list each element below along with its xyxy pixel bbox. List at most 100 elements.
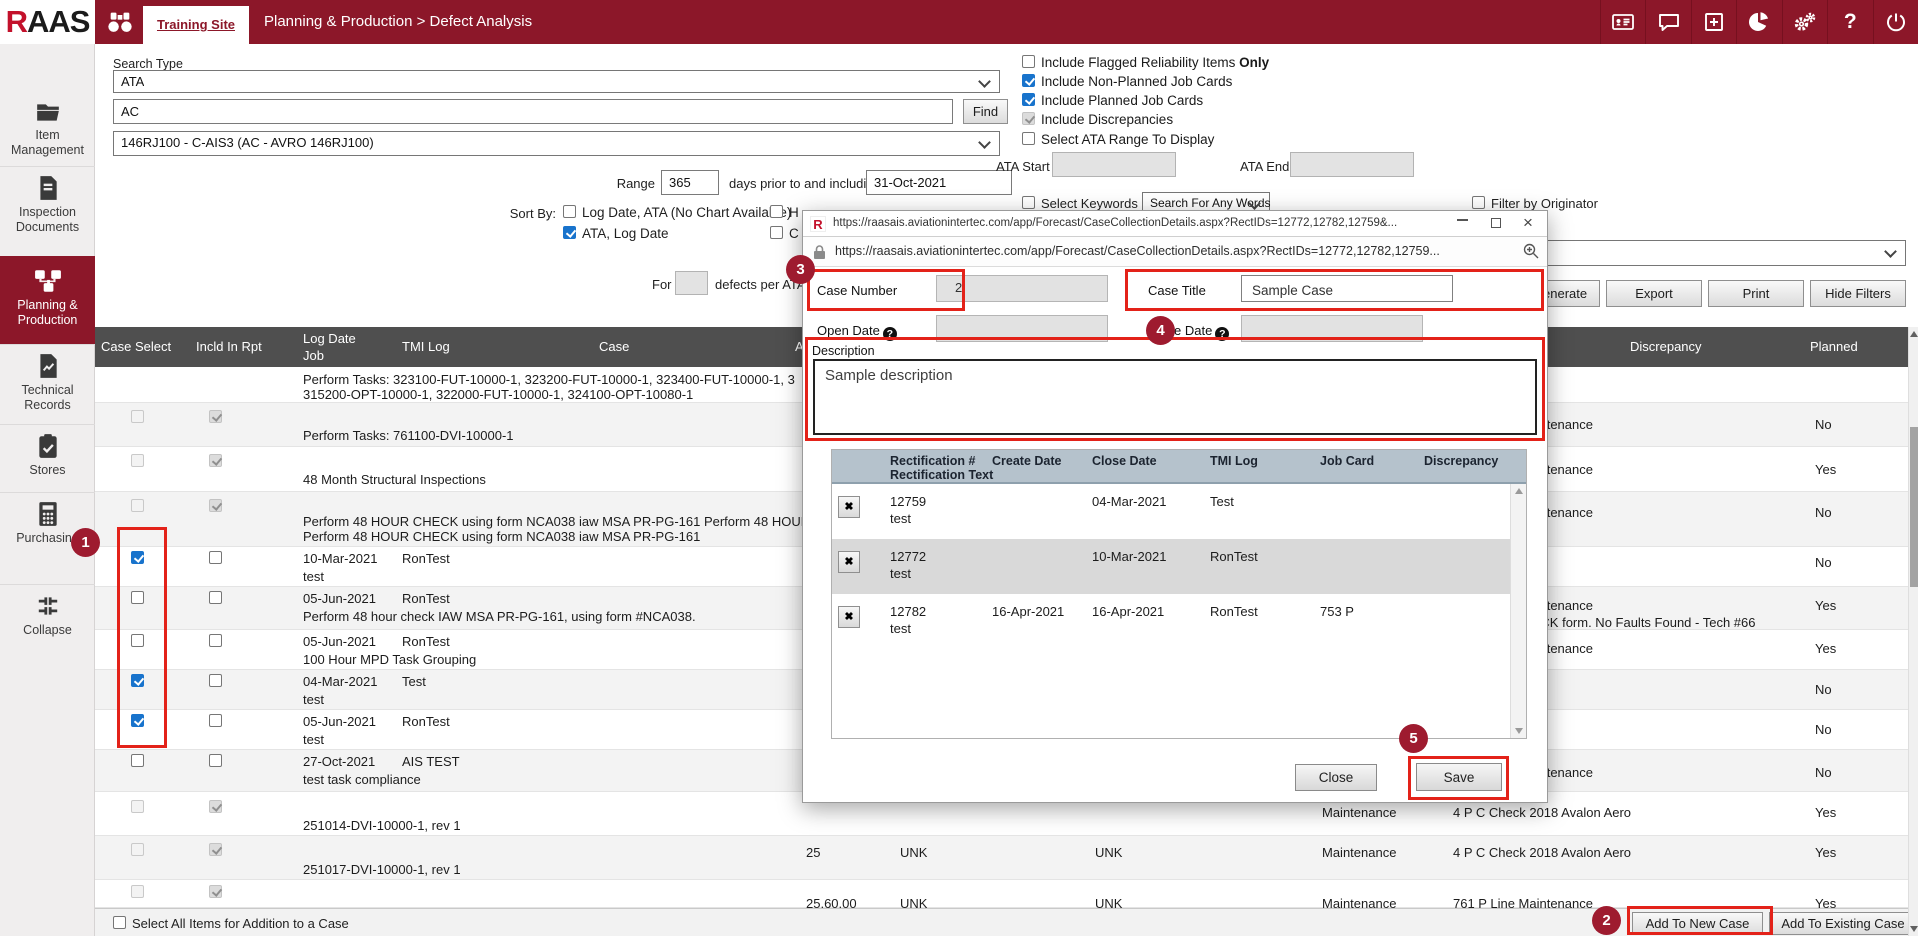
case-select-checkbox[interactable] bbox=[131, 591, 144, 604]
sort-hidden-c-label: C bbox=[789, 226, 799, 241]
delete-rectification-button[interactable]: ✖ bbox=[838, 606, 860, 628]
incld-in-rpt-checkbox[interactable] bbox=[209, 674, 222, 687]
popup-title-bar[interactable]: R https://raasais.aviationintertec.com/a… bbox=[803, 211, 1547, 237]
minimize-icon[interactable] bbox=[1445, 211, 1479, 236]
sidebar-item-stores[interactable]: Stores bbox=[0, 424, 95, 490]
discrepancy-link[interactable]: 4 P C Check 2018 Avalon Aero bbox=[1453, 845, 1631, 860]
case-select-checkbox[interactable] bbox=[131, 551, 144, 564]
tmi-log-link[interactable]: Test bbox=[1210, 494, 1234, 509]
range-input[interactable] bbox=[661, 170, 719, 195]
filter-option-checkbox[interactable] bbox=[1022, 93, 1035, 106]
search-input[interactable] bbox=[113, 99, 953, 124]
add-icon[interactable] bbox=[1691, 0, 1736, 44]
tmi-log-link[interactable]: RonTest bbox=[1210, 604, 1258, 619]
filter-option-checkbox[interactable] bbox=[1022, 55, 1035, 68]
range-date-input[interactable] bbox=[866, 170, 1012, 195]
case-select-checkbox[interactable] bbox=[131, 634, 144, 647]
sort-logdate-ata-checkbox[interactable] bbox=[563, 205, 576, 218]
sort-hidden-c-checkbox[interactable] bbox=[770, 226, 783, 239]
tmi-log-link[interactable]: Test bbox=[402, 674, 426, 689]
add-to-new-case-button[interactable]: Add To New Case bbox=[1632, 912, 1763, 935]
incld-in-rpt-checkbox[interactable] bbox=[209, 634, 222, 647]
tab-training-site[interactable]: Training Site bbox=[143, 6, 249, 44]
rect-table-scrollbar[interactable] bbox=[1510, 484, 1526, 738]
zoom-page-icon[interactable] bbox=[1523, 243, 1539, 264]
header-job: Job bbox=[303, 348, 324, 363]
scroll-down-arrow[interactable] bbox=[1910, 926, 1918, 932]
hide-filters-button[interactable]: Hide Filters bbox=[1810, 280, 1906, 307]
tmi-log-link[interactable]: RonTest bbox=[402, 714, 450, 729]
log-date: 05-Jun-2021 bbox=[303, 714, 376, 729]
case-select-checkbox bbox=[131, 843, 144, 856]
incld-in-rpt-checkbox[interactable] bbox=[209, 754, 222, 767]
close-button[interactable]: Close bbox=[1295, 764, 1377, 791]
help-icon[interactable]: ? bbox=[1827, 0, 1872, 44]
sidebar-item-purchasing[interactable]: Purchasing bbox=[0, 492, 95, 558]
tmi-log-link[interactable]: RonTest bbox=[402, 634, 450, 649]
chat-icon[interactable] bbox=[1645, 0, 1690, 44]
print-button[interactable]: Print bbox=[1708, 280, 1804, 307]
filter-option-label: Include Planned Job Cards bbox=[1041, 93, 1203, 108]
export-button[interactable]: Export bbox=[1606, 280, 1702, 307]
sort-hidden-h-checkbox[interactable] bbox=[770, 205, 783, 218]
case-select-checkbox[interactable] bbox=[131, 754, 144, 767]
scroll-down-arrow[interactable] bbox=[1515, 728, 1523, 734]
case-select-checkbox[interactable] bbox=[131, 674, 144, 687]
incld-in-rpt-checkbox[interactable] bbox=[209, 551, 222, 564]
power-icon[interactable] bbox=[1873, 0, 1918, 44]
scroll-up-arrow[interactable] bbox=[1515, 488, 1523, 494]
sidebar-item-planning-production[interactable]: Planning & Production bbox=[0, 256, 95, 344]
case-select-checkbox bbox=[131, 499, 144, 512]
pie-chart-icon[interactable] bbox=[1736, 0, 1781, 44]
sidebar-item-item-management[interactable]: Item Management bbox=[0, 92, 95, 164]
filter-option-checkbox[interactable] bbox=[1022, 74, 1035, 87]
id-card-icon[interactable] bbox=[1600, 0, 1645, 44]
close-date: 16-Apr-2021 bbox=[1092, 604, 1164, 619]
add-to-existing-case-button[interactable]: Add To Existing Case bbox=[1769, 912, 1917, 935]
tmi-log-link[interactable]: AIS TEST bbox=[402, 754, 460, 769]
rectification-text: test bbox=[890, 511, 911, 526]
sidebar-item-technical-records[interactable]: Technical Records bbox=[0, 344, 95, 424]
filter-originator-checkbox[interactable] bbox=[1472, 196, 1485, 209]
find-button[interactable]: Find bbox=[963, 99, 1008, 124]
tmi-log-link[interactable]: RonTest bbox=[402, 591, 450, 606]
tmi-log-link[interactable]: RonTest bbox=[1210, 549, 1258, 564]
collapse-icon bbox=[0, 593, 95, 619]
clipboard-check-icon bbox=[0, 433, 95, 459]
tmi-log-link[interactable]: RonTest bbox=[402, 551, 450, 566]
job-text: Perform Tasks: 323100-FUT-10000-1, 32320… bbox=[303, 372, 795, 387]
case-number-field: 2 bbox=[936, 275, 1108, 302]
incld-in-rpt-checkbox[interactable] bbox=[209, 714, 222, 727]
filter-option-checkbox[interactable] bbox=[1022, 132, 1035, 145]
sidebar-collapse-button[interactable]: Collapse bbox=[0, 584, 95, 654]
maximize-icon[interactable] bbox=[1479, 211, 1513, 236]
delete-rectification-button[interactable]: ✖ bbox=[838, 551, 860, 573]
filter-option-label: Include Discrepancies bbox=[1041, 112, 1173, 127]
main-vertical-scrollbar[interactable] bbox=[1908, 327, 1918, 936]
incld-in-rpt-checkbox[interactable] bbox=[209, 591, 222, 604]
search-type-select[interactable]: ATA bbox=[113, 70, 1000, 93]
help-icon[interactable]: ? bbox=[883, 327, 897, 341]
settings-icon[interactable] bbox=[1782, 0, 1827, 44]
case-title-input[interactable] bbox=[1241, 275, 1453, 302]
delete-rectification-button[interactable]: ✖ bbox=[838, 496, 860, 518]
footer-bar: Select All Items for Addition to a Case … bbox=[95, 908, 1918, 936]
sidebar-item-inspection-documents[interactable]: Inspection Documents bbox=[0, 166, 95, 254]
sidebar-item-label: Inspection Documents bbox=[0, 205, 95, 235]
discrepancy-link[interactable]: 4 P C Check 2018 Avalon Aero bbox=[1453, 805, 1631, 820]
case-select-checkbox[interactable] bbox=[131, 714, 144, 727]
help-icon[interactable]: ? bbox=[1215, 327, 1229, 341]
header-case-select: Case Select bbox=[101, 339, 171, 354]
aircraft-select[interactable]: 146RJ100 - C-AIS3 (AC - AVRO 146RJ100) bbox=[113, 131, 1000, 156]
save-button[interactable]: Save bbox=[1416, 763, 1502, 791]
scroll-up-arrow[interactable] bbox=[1910, 331, 1918, 337]
close-window-icon[interactable]: × bbox=[1511, 211, 1545, 236]
job-card-link[interactable]: 753 P bbox=[1320, 604, 1354, 619]
scroll-thumb[interactable] bbox=[1910, 427, 1918, 587]
popup-address-bar[interactable]: https://raasais.aviationintertec.com/app… bbox=[803, 237, 1547, 267]
select-keywords-checkbox[interactable] bbox=[1022, 196, 1035, 209]
sort-ata-logdate-checkbox[interactable] bbox=[563, 226, 576, 239]
description-textarea[interactable]: Sample description bbox=[813, 359, 1537, 435]
select-all-checkbox[interactable] bbox=[113, 916, 126, 929]
sidebar-item-label: Purchasing bbox=[0, 531, 95, 546]
